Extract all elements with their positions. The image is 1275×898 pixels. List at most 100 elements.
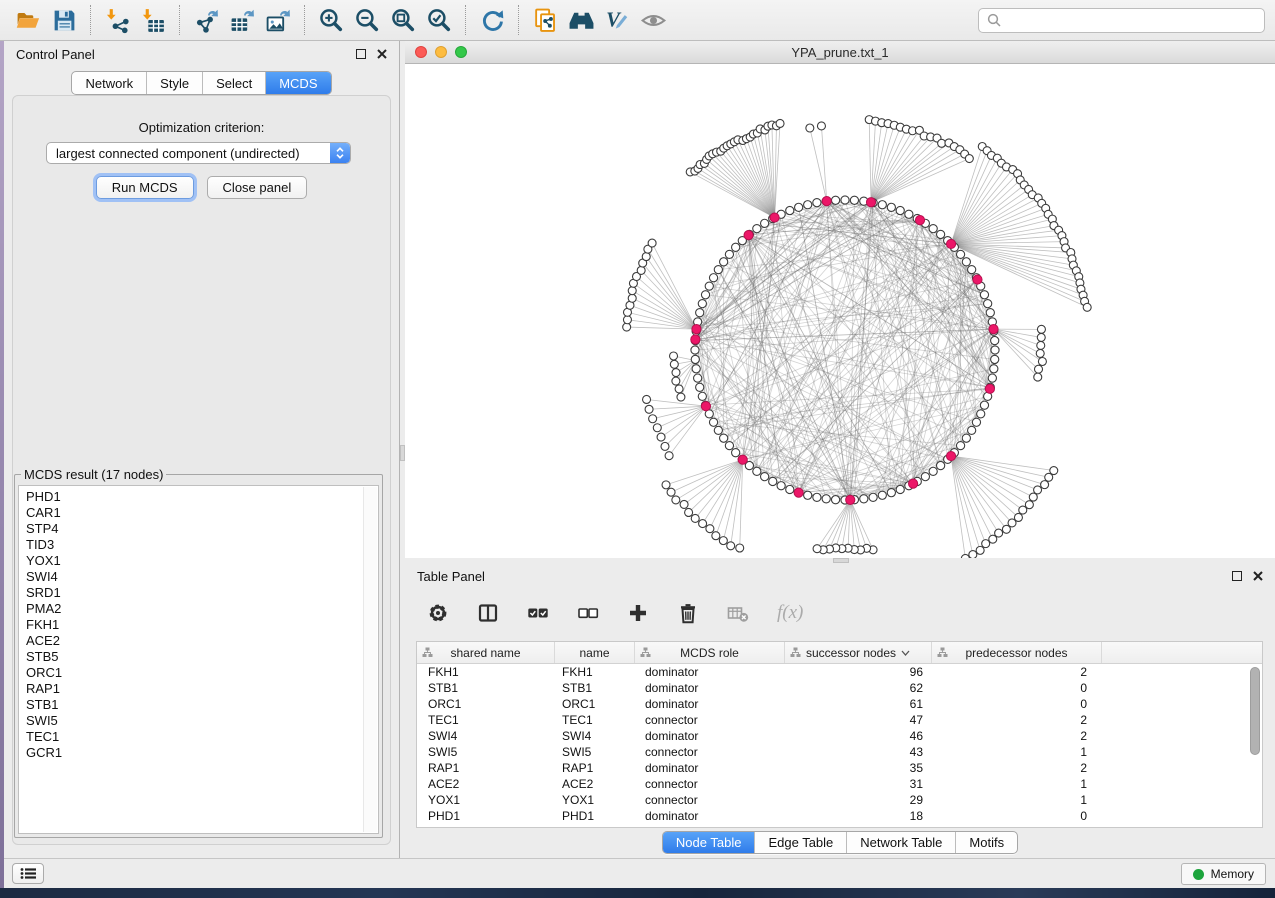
table-row[interactable]: YOX1YOX1connector291: [417, 792, 1262, 808]
save-session-icon[interactable]: [49, 5, 79, 35]
table-row[interactable]: ACE2ACE2connector311: [417, 776, 1262, 792]
zoom-fit-icon[interactable]: [388, 5, 418, 35]
import-table-icon[interactable]: [138, 5, 168, 35]
hide-selected-icon[interactable]: [638, 5, 668, 35]
table-scrollbar-thumb[interactable]: [1250, 667, 1260, 755]
close-panel-icon[interactable]: [1253, 571, 1263, 581]
list-item[interactable]: SRD1: [26, 585, 378, 601]
optimization-criterion-label: Optimization criterion:: [13, 120, 390, 135]
export-table-icon[interactable]: [227, 5, 257, 35]
list-scrollbar[interactable]: [363, 487, 377, 832]
list-item[interactable]: STB1: [26, 697, 378, 713]
tab-network[interactable]: Network: [72, 72, 146, 94]
table-row[interactable]: PHD1PHD1dominator180: [417, 808, 1262, 824]
list-item[interactable]: SWI5: [26, 713, 378, 729]
add-icon[interactable]: [627, 602, 649, 624]
shared-column-icon: [640, 647, 651, 658]
svg-text:V: V: [606, 9, 622, 31]
tab-mcds[interactable]: MCDS: [265, 72, 330, 94]
list-item[interactable]: CAR1: [26, 505, 378, 521]
search-icon: [987, 13, 1001, 27]
zoom-window-icon[interactable]: [455, 46, 467, 58]
list-item[interactable]: GCR1: [26, 745, 378, 761]
open-file-icon[interactable]: [13, 5, 43, 35]
task-history-button[interactable]: [12, 863, 44, 884]
memory-button[interactable]: Memory: [1181, 863, 1266, 885]
table-settings-gear-icon[interactable]: [427, 602, 449, 624]
first-neighbors-icon[interactable]: [566, 5, 596, 35]
table-panel-title: Table Panel: [417, 569, 485, 584]
list-item[interactable]: RAP1: [26, 681, 378, 697]
list-item[interactable]: STB5: [26, 649, 378, 665]
list-item[interactable]: TID3: [26, 537, 378, 553]
list-item[interactable]: TEC1: [26, 729, 378, 745]
list-item[interactable]: FKH1: [26, 617, 378, 633]
zoom-in-icon[interactable]: [316, 5, 346, 35]
tab-node-table[interactable]: Node Table: [663, 832, 755, 853]
deselect-all-icon[interactable]: [577, 602, 599, 624]
column-header-predecessor-nodes[interactable]: predecessor nodes: [932, 642, 1102, 663]
shared-column-icon: [790, 647, 801, 658]
tab-edge-table[interactable]: Edge Table: [754, 832, 846, 853]
float-panel-icon[interactable]: [356, 49, 366, 59]
sort-descending-icon: [901, 650, 910, 656]
tab-select[interactable]: Select: [202, 72, 265, 94]
zoom-selected-icon[interactable]: [424, 5, 454, 35]
list-item[interactable]: SWI4: [26, 569, 378, 585]
delete-icon[interactable]: [677, 602, 699, 624]
import-network-icon[interactable]: [102, 5, 132, 35]
table-row[interactable]: RAP1RAP1dominator352: [417, 760, 1262, 776]
close-panel-icon[interactable]: [377, 49, 387, 59]
network-view-title: YPA_prune.txt_1: [405, 41, 1275, 64]
column-header-mcds-role[interactable]: MCDS role: [635, 642, 785, 663]
list-item[interactable]: PHD1: [26, 489, 378, 505]
vizmapper-icon[interactable]: V: [602, 5, 632, 35]
status-bar: Memory: [4, 858, 1275, 888]
float-panel-icon[interactable]: [1232, 571, 1242, 581]
list-item[interactable]: YOX1: [26, 553, 378, 569]
search-input[interactable]: [1007, 12, 1256, 29]
close-panel-button[interactable]: Close panel: [207, 176, 308, 199]
criterion-select[interactable]: largest connected component (undirected): [46, 142, 351, 164]
export-image-icon[interactable]: [263, 5, 293, 35]
control-panel-tabs: Network Style Select MCDS: [71, 71, 331, 95]
search-field[interactable]: [978, 8, 1265, 33]
mcds-result-list[interactable]: PHD1 CAR1 STP4 TID3 YOX1 SWI4 SRD1 PMA2 …: [18, 485, 379, 834]
table-row[interactable]: TEC1TEC1connector472: [417, 712, 1262, 728]
table-row[interactable]: ORC1ORC1dominator610: [417, 696, 1262, 712]
column-header-shared-name[interactable]: shared name: [417, 642, 555, 663]
delete-table-icon: [727, 602, 749, 624]
toolbar-separator: [179, 5, 180, 35]
cytoscape-window: V Control Panel Network Style Select MCD…: [0, 0, 1275, 898]
clone-network-icon[interactable]: [530, 5, 560, 35]
table-row[interactable]: FKH1FKH1dominator962: [417, 664, 1262, 680]
network-view-titlebar[interactable]: YPA_prune.txt_1: [405, 41, 1275, 64]
network-canvas[interactable]: [405, 64, 1275, 558]
table-panel-tabs: Node Table Edge Table Network Table Moti…: [662, 831, 1018, 854]
select-all-icon[interactable]: [527, 602, 549, 624]
zoom-out-icon[interactable]: [352, 5, 382, 35]
tab-style[interactable]: Style: [146, 72, 202, 94]
list-item[interactable]: ORC1: [26, 665, 378, 681]
memory-status-icon: [1193, 869, 1204, 880]
table-header-row: shared name name MCDS role successor nod…: [417, 642, 1262, 664]
shared-column-icon: [422, 647, 433, 658]
control-panel: Control Panel Network Style Select MCDS …: [4, 41, 400, 858]
run-mcds-button[interactable]: Run MCDS: [96, 176, 194, 199]
table-row[interactable]: STB1STB1dominator620: [417, 680, 1262, 696]
list-item[interactable]: STP4: [26, 521, 378, 537]
close-window-icon[interactable]: [415, 46, 427, 58]
refresh-layout-icon[interactable]: [477, 5, 507, 35]
export-network-icon[interactable]: [191, 5, 221, 35]
list-item[interactable]: ACE2: [26, 633, 378, 649]
shared-column-icon: [937, 647, 948, 658]
show-column-icon[interactable]: [477, 602, 499, 624]
column-header-name[interactable]: name: [555, 642, 635, 663]
tab-motifs[interactable]: Motifs: [955, 832, 1017, 853]
column-header-successor-nodes[interactable]: successor nodes: [785, 642, 932, 663]
table-row[interactable]: SWI4SWI4dominator462: [417, 728, 1262, 744]
table-row[interactable]: SWI5SWI5connector431: [417, 744, 1262, 760]
list-item[interactable]: PMA2: [26, 601, 378, 617]
tab-network-table[interactable]: Network Table: [846, 832, 955, 853]
minimize-window-icon[interactable]: [435, 46, 447, 58]
